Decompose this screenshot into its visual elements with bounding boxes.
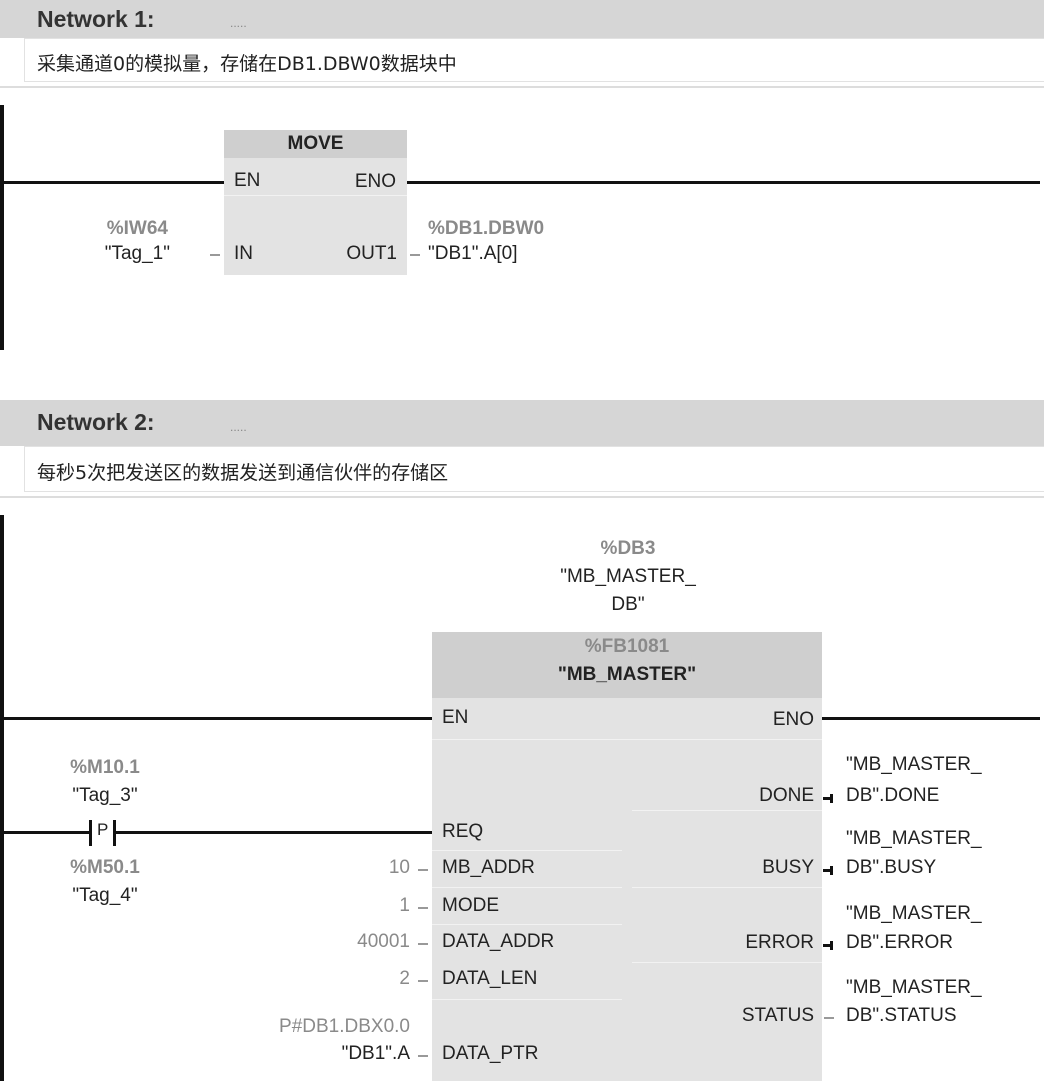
done-pin: DONE (759, 785, 814, 806)
connector (418, 943, 428, 945)
in-tag[interactable]: "Tag_1" (105, 243, 170, 265)
output-connector-icon (823, 794, 833, 803)
connector (418, 869, 428, 871)
data-ptr-pin: DATA_PTR (442, 1043, 539, 1064)
in-pin: IN (234, 243, 253, 264)
power-rail (0, 105, 4, 350)
edge-memory-address[interactable]: %M50.1 (50, 857, 160, 879)
instance-db-name-1[interactable]: "MB_MASTER_ (528, 566, 728, 588)
status-tag-prefix[interactable]: "MB_MASTER_ (846, 977, 982, 999)
p-contact-label[interactable]: P (97, 819, 108, 841)
power-rail (0, 515, 4, 1081)
data-ptr-value[interactable]: "DB1".A (342, 1043, 410, 1065)
error-pin: ERROR (745, 932, 814, 953)
edge-memory-tag[interactable]: "Tag_4" (50, 885, 160, 907)
network-1-dots: ..... (230, 16, 247, 30)
network-2-comment-text: 每秒5次把发送区的数据发送到通信伙伴的存储区 (37, 462, 449, 484)
network-2-header[interactable]: Network 2: ..... (0, 400, 1044, 446)
eno-wire (822, 717, 1040, 720)
mode-value[interactable]: 1 (399, 895, 410, 917)
instance-db-address[interactable]: %DB3 (528, 538, 728, 560)
network-1-header[interactable]: Network 1: ..... (0, 0, 1044, 38)
network-2-comment[interactable]: 每秒5次把发送区的数据发送到通信伙伴的存储区 (24, 446, 1044, 492)
mb-master-title: "MB_MASTER" (557, 664, 697, 685)
data-ptr-address[interactable]: P#DB1.DBX0.0 (279, 1016, 410, 1038)
busy-tag[interactable]: DB".BUSY (846, 857, 936, 879)
fb-number: %FB1081 (584, 636, 670, 657)
done-tag[interactable]: DB".DONE (846, 785, 939, 807)
mode-pin: MODE (442, 895, 499, 916)
network-1-comment-text: 采集通道0的模拟量，存储在DB1.DBW0数据块中 (37, 53, 457, 75)
divider (0, 496, 1044, 498)
req-wire-left (0, 831, 90, 834)
instance-db-name-2[interactable]: DB" (528, 594, 728, 616)
busy-tag-prefix[interactable]: "MB_MASTER_ (846, 828, 982, 850)
connector (418, 1055, 428, 1057)
power-wire (0, 181, 224, 184)
in-connector (210, 254, 220, 256)
eno-wire (407, 181, 1040, 184)
contact-address[interactable]: %M10.1 (50, 757, 160, 779)
divider (0, 86, 1044, 88)
connector (418, 980, 428, 982)
out1-pin: OUT1 (346, 243, 397, 264)
mb-addr-pin: MB_ADDR (442, 857, 535, 878)
out-connector (410, 254, 420, 256)
network-1-title: Network 1: (37, 6, 155, 32)
done-tag-prefix[interactable]: "MB_MASTER_ (846, 754, 982, 776)
network-1-comment[interactable]: 采集通道0的模拟量，存储在DB1.DBW0数据块中 (24, 38, 1044, 82)
req-pin: REQ (442, 821, 484, 842)
network-2-title: Network 2: (37, 409, 155, 435)
data-len-value[interactable]: 2 (399, 968, 410, 990)
data-len-pin: DATA_LEN (442, 968, 538, 989)
network-2-dots: ..... (230, 420, 247, 434)
power-wire (0, 717, 432, 720)
eno-pin: ENO (354, 171, 396, 192)
connector (418, 907, 428, 909)
move-block-title: MOVE (287, 133, 344, 154)
contact-tag[interactable]: "Tag_3" (50, 785, 160, 807)
error-tag[interactable]: DB".ERROR (846, 932, 953, 954)
status-tag[interactable]: DB".STATUS (846, 1005, 957, 1027)
output-connector-icon (823, 941, 833, 950)
status-pin: STATUS (741, 1005, 814, 1026)
error-tag-prefix[interactable]: "MB_MASTER_ (846, 903, 982, 925)
output-connector-icon (823, 866, 833, 875)
in-address[interactable]: %IW64 (107, 218, 168, 240)
contact-left-bar (89, 820, 92, 846)
en-pin: EN (442, 707, 469, 728)
req-wire (115, 831, 432, 834)
out-tag[interactable]: "DB1".A[0] (428, 243, 518, 265)
out-address[interactable]: %DB1.DBW0 (428, 218, 544, 240)
data-addr-pin: DATA_ADDR (442, 931, 555, 952)
en-pin: EN (234, 170, 261, 191)
eno-pin: ENO (772, 709, 814, 730)
data-addr-value[interactable]: 40001 (357, 931, 410, 953)
mb-addr-value[interactable]: 10 (389, 857, 410, 879)
busy-pin: BUSY (762, 857, 814, 878)
connector (824, 1017, 834, 1019)
